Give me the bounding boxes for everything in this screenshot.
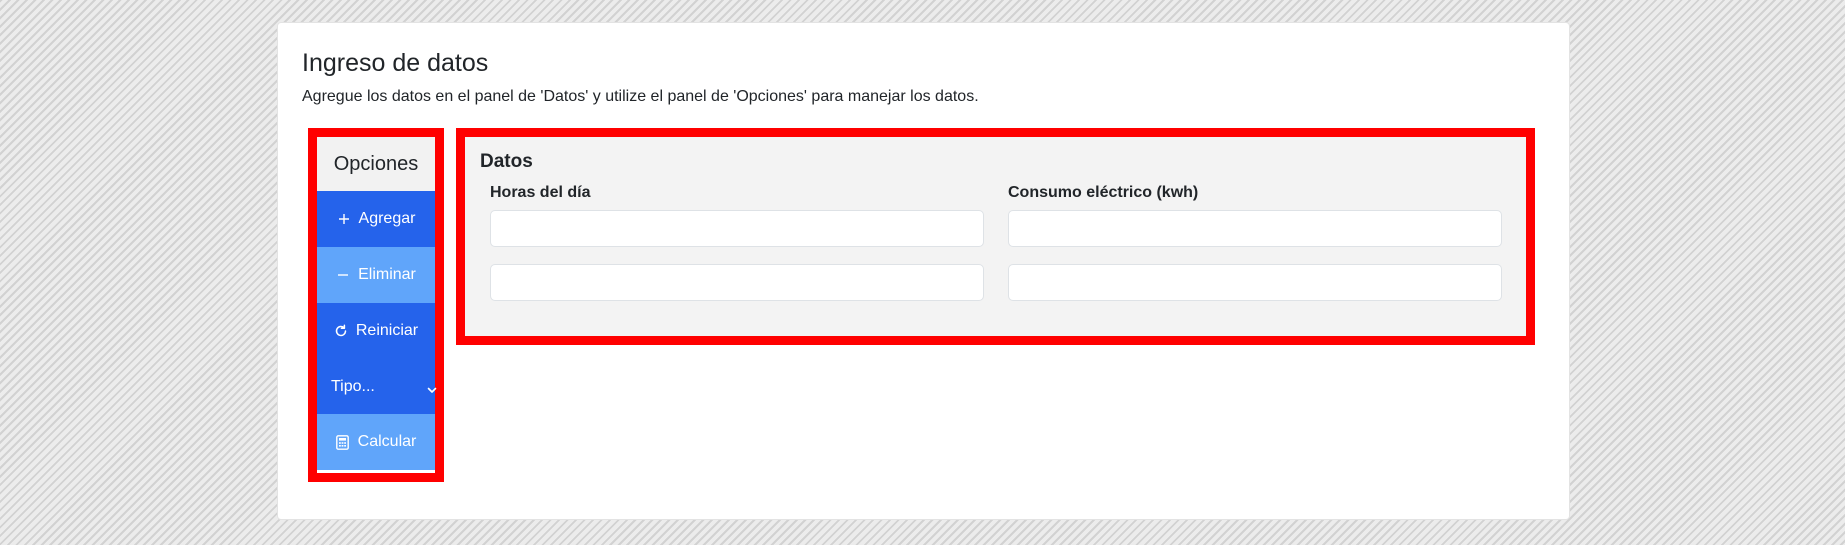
reset-button-label: Reiniciar — [355, 322, 419, 339]
add-button-label: Agregar — [358, 210, 416, 227]
refresh-icon — [334, 324, 348, 338]
data-panel-body: Datos Horas del día Consumo eléctrico (k… — [465, 137, 1526, 336]
options-panel: Opciones Agregar Eliminar Reiniciar Tipo… — [308, 128, 444, 482]
type-select[interactable]: Tipo... — [317, 359, 437, 414]
type-select-value: Tipo... — [331, 377, 375, 395]
calculate-button[interactable]: Calcular — [317, 414, 435, 470]
calculator-icon — [336, 434, 350, 450]
minus-icon — [336, 268, 350, 282]
remove-button-label: Eliminar — [358, 266, 416, 283]
add-button[interactable]: Agregar — [317, 191, 435, 247]
column-header-hours: Horas del día — [490, 184, 591, 201]
hours-input-row-1[interactable] — [490, 210, 984, 247]
plus-icon — [337, 212, 351, 226]
page-subtitle: Agregue los datos en el panel de 'Datos'… — [302, 88, 979, 105]
remove-button[interactable]: Eliminar — [317, 247, 435, 303]
page-title: Ingreso de datos — [302, 49, 489, 77]
data-panel: Datos Horas del día Consumo eléctrico (k… — [456, 128, 1535, 345]
calculate-button-label: Calcular — [357, 433, 417, 450]
consumption-input-row-2[interactable] — [1008, 264, 1502, 301]
hours-input-row-2[interactable] — [490, 264, 984, 301]
column-header-consumption: Consumo eléctrico (kwh) — [1008, 184, 1199, 201]
data-panel-title: Datos — [480, 151, 533, 172]
data-entry-card: Ingreso de datos Agregue los datos en el… — [277, 22, 1570, 520]
options-header: Opciones — [317, 137, 435, 191]
chevron-down-icon — [427, 382, 437, 393]
consumption-input-row-1[interactable] — [1008, 210, 1502, 247]
reset-button[interactable]: Reiniciar — [317, 303, 435, 359]
